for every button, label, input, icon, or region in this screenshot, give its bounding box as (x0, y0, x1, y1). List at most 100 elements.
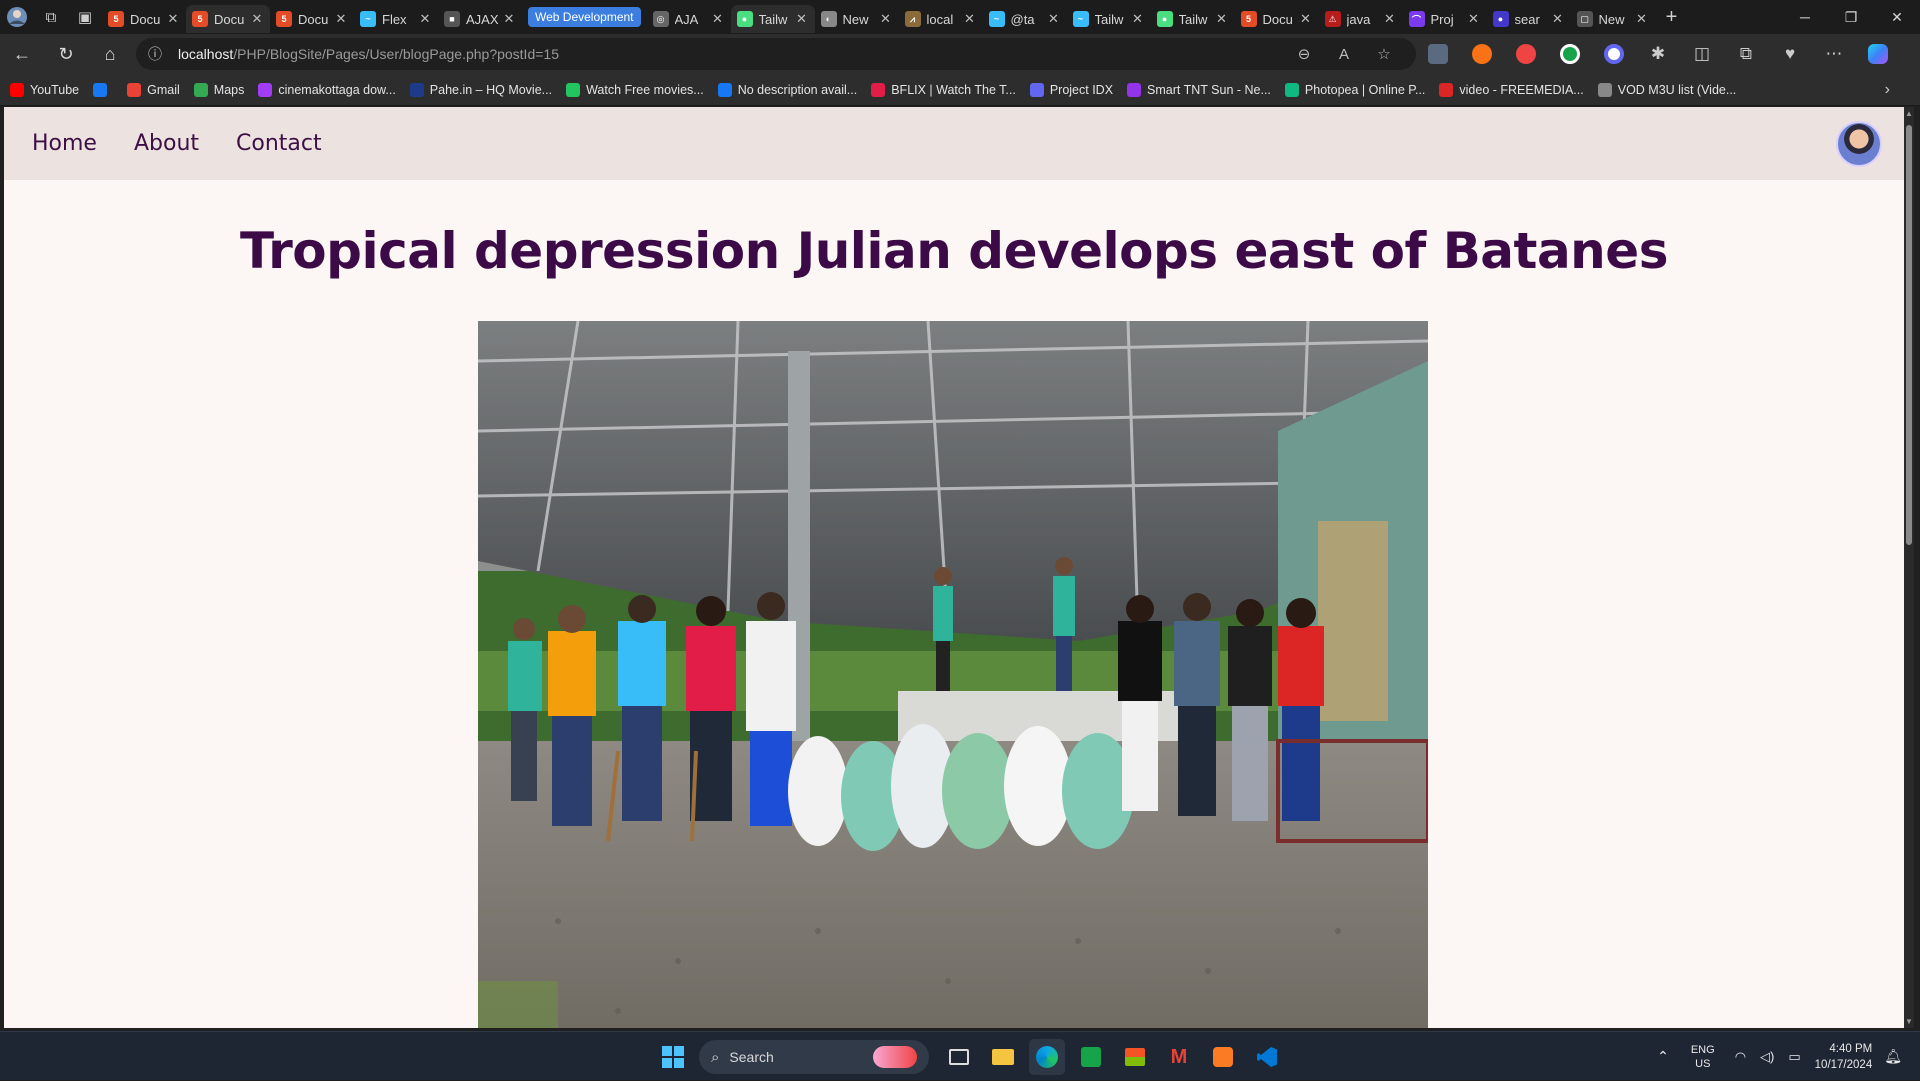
extension-icon-green[interactable] (1548, 36, 1592, 72)
back-icon[interactable]: ← (0, 36, 44, 72)
bookmark-item[interactable]: No description avail... (717, 82, 857, 97)
profile-icon[interactable] (0, 0, 34, 34)
bookmark-item[interactable]: Maps (193, 82, 244, 97)
bookmark-item[interactable]: cinemakottaga dow... (258, 82, 396, 97)
settings-more-icon[interactable]: ⋯ (1812, 36, 1856, 72)
browser-tab[interactable]: ▢ New ✕ (1571, 5, 1655, 33)
tab-close-icon[interactable]: ✕ (166, 11, 180, 27)
close-icon[interactable]: ✕ (1874, 0, 1920, 34)
browser-tab[interactable]: 5 Docu ✕ (186, 5, 270, 33)
address-bar[interactable]: ⓘ localhost/PHP/BlogSite/Pages/User/blog… (136, 38, 1416, 70)
tab-close-icon[interactable]: ✕ (1467, 11, 1481, 27)
home-icon[interactable]: ⌂ (88, 36, 132, 72)
browser-tab[interactable]: ● Tailw ✕ (730, 5, 815, 33)
browser-tab[interactable]: ⚠ java ✕ (1319, 5, 1403, 33)
extensions-puzzle-icon[interactable]: ✱ (1636, 36, 1680, 72)
url-text[interactable]: localhost/PHP/BlogSite/Pages/User/blogPa… (178, 46, 1284, 62)
volume-icon[interactable]: ◁) (1760, 1049, 1774, 1065)
browser-essentials-icon[interactable]: ♥ (1768, 36, 1812, 72)
nav-home-link[interactable]: Home (32, 131, 97, 156)
tab-close-icon[interactable]: ✕ (795, 11, 809, 27)
bookmark-item[interactable]: Project IDX (1029, 82, 1113, 97)
browser-tab[interactable]: ⩘ local ✕ (899, 5, 983, 33)
tab-close-icon[interactable]: ✕ (711, 11, 725, 27)
taskbar-search[interactable]: ⌕ Search (699, 1040, 929, 1074)
bookmark-item[interactable]: Gmail (127, 82, 180, 97)
tab-close-icon[interactable]: ✕ (418, 11, 432, 27)
bookmark-item[interactable]: Pahe.in – HQ Movie... (409, 82, 552, 97)
bookmark-item[interactable] (93, 82, 113, 97)
gmail-app-icon[interactable]: M (1161, 1039, 1197, 1075)
scrollbar-thumb[interactable] (1906, 125, 1912, 545)
bookmark-item[interactable]: Smart TNT Sun - Ne... (1127, 82, 1271, 97)
system-clock[interactable]: 4:40 PM 10/17/2024 (1815, 1041, 1873, 1073)
bookmark-item[interactable]: BFLIX | Watch The T... (871, 82, 1016, 97)
tab-close-icon[interactable]: ✕ (1299, 11, 1313, 27)
browser-tab[interactable]: ◐ New ✕ (815, 5, 899, 33)
browser-tab[interactable]: ~ Flex ✕ (354, 5, 438, 33)
user-avatar[interactable] (1836, 121, 1882, 167)
browser-tab[interactable]: 5 Docu ✕ (1235, 5, 1319, 33)
bookmark-item[interactable]: Watch Free movies... (566, 82, 704, 97)
tab-close-icon[interactable]: ✕ (502, 11, 516, 27)
nav-contact-link[interactable]: Contact (236, 131, 322, 156)
sheets-app-icon[interactable] (1073, 1039, 1109, 1075)
notification-bell-icon[interactable]: 🔔︎ (1884, 1048, 1902, 1065)
tab-close-icon[interactable]: ✕ (1047, 11, 1061, 27)
tab-close-icon[interactable]: ✕ (1635, 11, 1649, 27)
split-screen-icon[interactable]: ◫ (1680, 36, 1724, 72)
collections-icon[interactable]: ⧉ (1724, 36, 1768, 72)
browser-tab[interactable]: ◎ AJA ✕ (647, 5, 731, 33)
language-indicator[interactable]: ENG US (1691, 1043, 1715, 1071)
new-tab-button[interactable]: + (1655, 6, 1689, 29)
extension-icon-red[interactable] (1504, 36, 1548, 72)
extension-icon-gear[interactable] (1592, 36, 1636, 72)
zoom-icon[interactable]: ⊖ (1284, 45, 1324, 63)
bookmark-item[interactable]: VOD M3U list (Vide... (1597, 82, 1736, 97)
page-scrollbar[interactable]: ▲ ▼ (1904, 107, 1914, 1028)
browser-tab[interactable]: ● sear ✕ (1487, 5, 1571, 33)
wifi-icon[interactable]: ◠ (1735, 1049, 1746, 1065)
tab-close-icon[interactable]: ✕ (1215, 11, 1229, 27)
task-view-icon[interactable] (941, 1039, 977, 1075)
browser-tab[interactable]: ~ Tailw ✕ (1067, 5, 1151, 33)
tab-close-icon[interactable]: ✕ (1131, 11, 1145, 27)
battery-icon[interactable]: ▭ (1788, 1049, 1800, 1065)
browser-tab[interactable]: 5 Docu ✕ (102, 5, 186, 33)
bookmark-item[interactable]: Photopea | Online P... (1284, 82, 1425, 97)
shield-extension-icon[interactable] (1416, 36, 1460, 72)
show-hidden-icons-chevron-icon[interactable]: ⌃ (1657, 1048, 1669, 1065)
edge-browser-icon[interactable] (1029, 1039, 1065, 1075)
tab-close-icon[interactable]: ✕ (879, 11, 893, 27)
xampp-icon[interactable] (1205, 1039, 1241, 1075)
browser-tab[interactable]: 5 Docu ✕ (270, 5, 354, 33)
tab-close-icon[interactable]: ✕ (963, 11, 977, 27)
restore-icon[interactable]: ❐ (1828, 0, 1874, 34)
scroll-up-icon[interactable]: ▲ (1904, 109, 1914, 118)
browser-tab[interactable]: ⌒ Proj ✕ (1403, 5, 1487, 33)
tab-close-icon[interactable]: ✕ (1383, 11, 1397, 27)
browser-tab[interactable]: ■ AJAX ✕ (438, 5, 522, 33)
copilot-icon[interactable] (1856, 36, 1900, 72)
microsoft-store-icon[interactable] (1117, 1039, 1153, 1075)
start-windows-icon[interactable] (655, 1039, 691, 1075)
tab-close-icon[interactable]: ✕ (334, 11, 348, 27)
bookmark-item[interactable]: video - FREEMEDIA... (1439, 82, 1584, 97)
tab-close-icon[interactable]: ✕ (1551, 11, 1565, 27)
minimize-icon[interactable]: ─ (1782, 0, 1828, 34)
nav-about-link[interactable]: About (134, 131, 199, 156)
vscode-icon[interactable] (1249, 1039, 1285, 1075)
browser-tab[interactable]: ● Tailw ✕ (1151, 5, 1235, 33)
scroll-down-icon[interactable]: ▼ (1904, 1017, 1914, 1026)
browser-tab[interactable]: ~ @ta ✕ (983, 5, 1067, 33)
tab-close-icon[interactable]: ✕ (250, 11, 264, 27)
workspaces-icon[interactable]: ⧉ (34, 0, 68, 34)
favorite-star-icon[interactable]: ☆ (1364, 45, 1404, 63)
site-info-icon[interactable]: ⓘ (148, 44, 170, 64)
extension-icon-orange[interactable] (1460, 36, 1504, 72)
bookmarks-overflow-icon[interactable]: › (1885, 81, 1890, 99)
file-explorer-icon[interactable] (985, 1039, 1021, 1075)
tab-group-label[interactable]: Web Development (528, 7, 641, 27)
bookmark-item[interactable]: YouTube (10, 82, 79, 97)
tab-actions-icon[interactable]: ▣ (68, 0, 102, 34)
